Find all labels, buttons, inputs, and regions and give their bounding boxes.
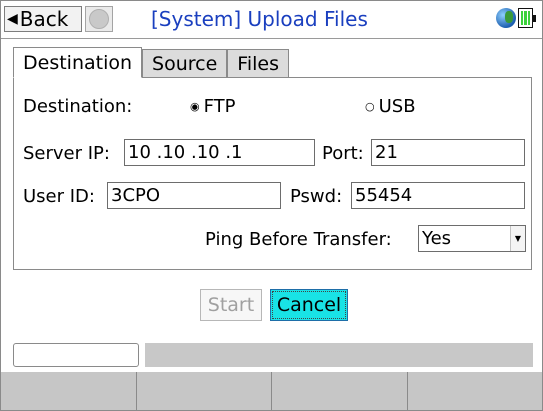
- user-id-field[interactable]: 3CPO: [107, 182, 281, 209]
- softkey-4[interactable]: [407, 372, 542, 410]
- globe-icon: [496, 8, 516, 28]
- destination-label: Destination:: [23, 96, 133, 117]
- status-icons: [496, 8, 536, 28]
- dropdown-arrow-icon[interactable]: ▼: [510, 226, 525, 251]
- softkey-3[interactable]: [272, 372, 408, 410]
- status-field: [13, 343, 139, 367]
- tab-files[interactable]: Files: [227, 49, 289, 77]
- tab-strip: Destination Source Files: [13, 47, 289, 78]
- refresh-icon: [89, 9, 109, 29]
- device-window: ◀ Back [System] Upload Files Destination…: [0, 0, 543, 411]
- destination-panel: Destination: ◉ FTP ○ USB Server IP: 10 .…: [13, 77, 532, 270]
- softkey-2[interactable]: [136, 372, 272, 410]
- port-label: Port:: [322, 143, 364, 164]
- left-triangle-icon: ◀: [7, 11, 18, 27]
- softkey-1[interactable]: [1, 372, 137, 410]
- radio-ftp[interactable]: ◉ FTP: [190, 96, 236, 117]
- battery-icon: [518, 8, 536, 28]
- server-ip-label: Server IP:: [23, 143, 110, 164]
- server-ip-field[interactable]: 10 .10 .10 .1: [124, 139, 315, 166]
- refresh-button[interactable]: [85, 6, 113, 32]
- page-title: [System] Upload Files: [151, 7, 368, 31]
- port-field[interactable]: 21: [371, 139, 525, 166]
- radio-unselected-icon: ○: [365, 100, 375, 113]
- ping-label: Ping Before Transfer:: [205, 229, 392, 250]
- back-button[interactable]: ◀ Back: [4, 6, 82, 32]
- ping-select[interactable]: Yes ▼: [418, 225, 526, 252]
- radio-usb[interactable]: ○ USB: [365, 96, 416, 117]
- pswd-label: Pswd:: [290, 186, 343, 207]
- radio-usb-label: USB: [378, 96, 416, 117]
- progress-bar: [145, 343, 533, 367]
- tab-destination[interactable]: Destination: [13, 47, 143, 78]
- softkey-bar: [1, 372, 542, 410]
- password-field[interactable]: 55454: [351, 182, 525, 209]
- title-bar: ◀ Back [System] Upload Files: [1, 1, 542, 39]
- user-id-label: User ID:: [23, 186, 95, 207]
- start-button[interactable]: Start: [200, 289, 262, 321]
- cancel-button[interactable]: Cancel: [270, 289, 348, 321]
- radio-ftp-label: FTP: [203, 96, 236, 117]
- radio-selected-icon: ◉: [190, 100, 200, 113]
- back-label: Back: [19, 7, 69, 31]
- ping-select-value: Yes: [422, 228, 452, 249]
- tab-source[interactable]: Source: [142, 49, 228, 77]
